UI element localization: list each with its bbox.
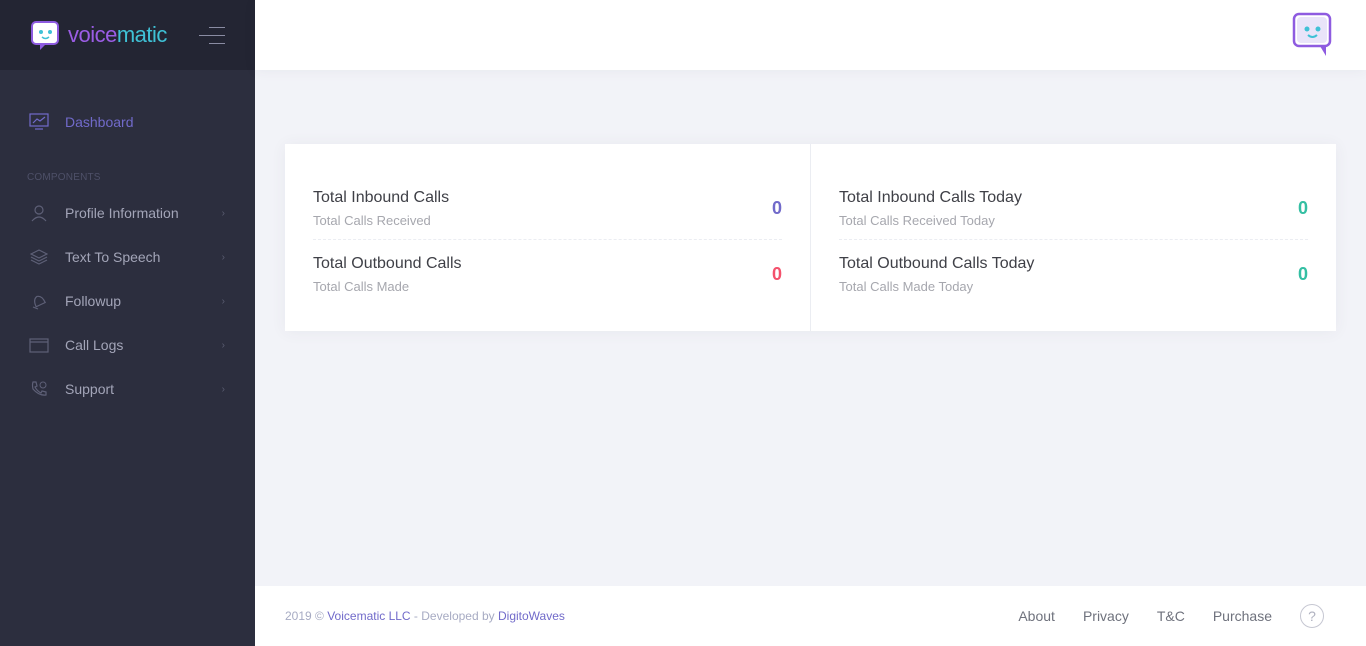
sidebar-item-text-to-speech[interactable]: Text To Speech › xyxy=(0,235,255,279)
sidebar-item-label: Text To Speech xyxy=(65,249,161,265)
sidebar-item-label: Dashboard xyxy=(65,114,134,130)
top-header xyxy=(255,0,1366,70)
developer-link[interactable]: DigitoWaves xyxy=(498,609,565,623)
sidebar-item-call-logs[interactable]: Call Logs › xyxy=(0,323,255,367)
stats-column-today: Total Inbound Calls Today Total Calls Re… xyxy=(810,144,1336,331)
window-icon xyxy=(29,335,49,355)
stats-card: Total Inbound Calls Total Calls Received… xyxy=(285,144,1336,331)
footer-link-tc[interactable]: T&C xyxy=(1157,608,1185,624)
developed-by-text: - Developed by xyxy=(410,609,498,623)
footer-link-about[interactable]: About xyxy=(1018,608,1055,624)
sidebar-menu: Dashboard COMPONENTS Profile Information… xyxy=(0,70,255,411)
sidebar-item-profile-information[interactable]: Profile Information › xyxy=(0,191,255,235)
voicematic-logo-icon[interactable] xyxy=(30,19,62,51)
stat-value: 0 xyxy=(771,197,782,218)
sidebar: voicematic Dashboard COMPONENTS Profile … xyxy=(0,0,255,646)
brand-name-part1: voice xyxy=(68,22,117,47)
brand-name[interactable]: voicematic xyxy=(68,22,167,48)
sidebar-item-label: Support xyxy=(65,381,115,397)
copyright-prefix: 2019 © xyxy=(285,609,328,623)
stat-title: Total Inbound Calls xyxy=(313,188,450,206)
sidebar-item-label: Profile Information xyxy=(65,205,179,221)
stat-outbound-today: Total Outbound Calls Today Total Calls M… xyxy=(839,240,1308,309)
stat-title: Total Inbound Calls Today xyxy=(839,188,1022,206)
user-avatar-icon[interactable] xyxy=(1292,12,1336,58)
sidebar-item-dashboard[interactable]: Dashboard xyxy=(0,100,255,144)
chevron-right-icon: › xyxy=(221,207,225,219)
copyright: 2019 © Voicematic LLC - Developed by Dig… xyxy=(285,609,565,623)
sidebar-item-label: Call Logs xyxy=(65,337,124,353)
stat-total-inbound: Total Inbound Calls Total Calls Received… xyxy=(313,172,782,240)
company-link[interactable]: Voicematic LLC xyxy=(327,609,410,623)
stat-subtitle: Total Calls Received xyxy=(313,212,431,228)
user-icon xyxy=(29,203,49,223)
brand: voicematic xyxy=(0,0,255,70)
chevron-right-icon: › xyxy=(221,295,225,307)
stat-subtitle: Total Calls Received Today xyxy=(839,212,995,228)
phone-icon xyxy=(29,379,49,399)
chevron-right-icon: › xyxy=(221,383,225,395)
footer: 2019 © Voicematic LLC - Developed by Dig… xyxy=(255,586,1366,646)
stat-value: 0 xyxy=(1297,197,1308,218)
chevron-right-icon: › xyxy=(221,251,225,263)
footer-link-privacy[interactable]: Privacy xyxy=(1083,608,1129,624)
footer-link-purchase[interactable]: Purchase xyxy=(1213,608,1272,624)
stat-total-outbound: Total Outbound Calls Total Calls Made 0 xyxy=(313,240,782,309)
stat-inbound-today: Total Inbound Calls Today Total Calls Re… xyxy=(839,172,1308,240)
stat-title: Total Outbound Calls xyxy=(313,255,462,272)
stat-value: 0 xyxy=(771,264,782,284)
stat-value: 0 xyxy=(1297,264,1308,284)
chart-icon xyxy=(29,112,49,132)
sidebar-item-label: Followup xyxy=(65,293,122,309)
stat-title: Total Outbound Calls Today xyxy=(839,255,1035,272)
layers-icon xyxy=(29,247,49,267)
sidebar-item-support[interactable]: Support › xyxy=(0,367,255,411)
sidebar-item-followup[interactable]: Followup › xyxy=(0,279,255,323)
sidebar-section-title: COMPONENTS xyxy=(27,172,101,183)
stat-subtitle: Total Calls Made Today xyxy=(839,279,974,294)
brand-name-part2: matic xyxy=(116,22,168,47)
sidebar-toggle-icon[interactable] xyxy=(199,27,225,45)
footer-links: About Privacy T&C Purchase ? xyxy=(1018,586,1324,646)
stat-subtitle: Total Calls Made xyxy=(313,279,410,294)
chevron-right-icon: › xyxy=(221,339,225,351)
help-icon[interactable]: ? xyxy=(1300,604,1324,628)
bell-icon xyxy=(29,291,49,311)
stats-column-total: Total Inbound Calls Total Calls Received… xyxy=(285,144,810,331)
